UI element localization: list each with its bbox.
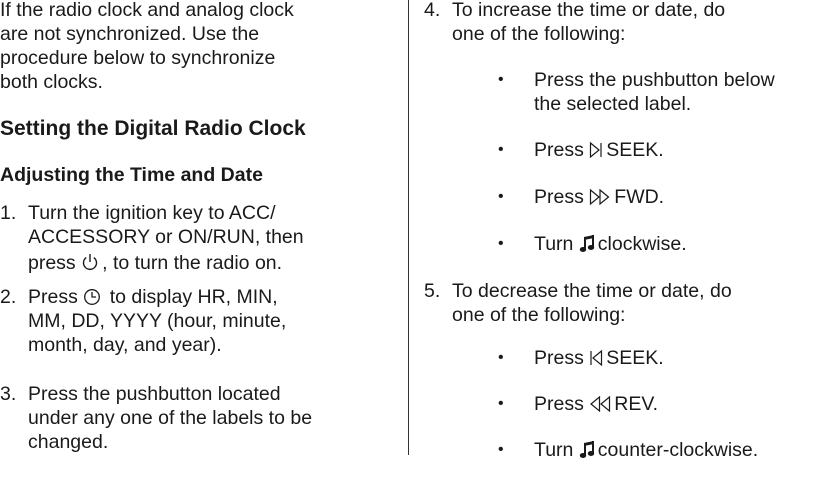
step-5: 5. To decrease the time or date, do one … [424, 280, 732, 326]
seek-forward-icon [589, 141, 603, 159]
music-note-icon [579, 440, 595, 459]
step-1: 1. Turn the ignition key to ACC/ ACCESSO… [0, 202, 304, 274]
list-item: • Press SEEK. [498, 347, 664, 369]
seek-back-icon [589, 349, 603, 367]
intro-paragraph: If the radio clock and analog clock are … [0, 0, 294, 93]
subsection-heading: Adjusting the Time and Date [0, 164, 263, 186]
power-icon [81, 253, 99, 272]
list-item: • Press FWD. [498, 186, 665, 208]
rewind-icon [589, 395, 611, 413]
list-item: • Turn clockwise. [498, 233, 687, 255]
step-4: 4. To increase the time or date, do one … [424, 0, 726, 45]
step-2: 2. Press to display HR, MIN, MM, DD, YYY… [0, 286, 287, 356]
fast-forward-icon [589, 188, 611, 206]
music-note-icon [579, 234, 595, 253]
list-item: • Turn counter-clockwise. [498, 439, 759, 461]
step-3: 3. Press the pushbutton located under an… [0, 383, 313, 453]
clock-icon [83, 288, 101, 306]
section-heading: Setting the Digital Radio Clock [0, 117, 306, 140]
list-item: • Press the pushbutton below the selecte… [498, 69, 775, 115]
list-item: • Press SEEK. [498, 139, 664, 161]
list-item: • Press REV. [498, 393, 659, 415]
